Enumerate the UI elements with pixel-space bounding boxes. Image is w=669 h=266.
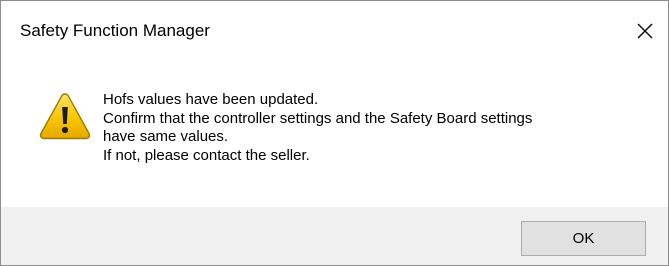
close-icon	[637, 23, 653, 39]
close-button[interactable]	[622, 1, 668, 61]
window-title: Safety Function Manager	[20, 21, 210, 40]
title-bar[interactable]: Safety Function Manager	[1, 1, 668, 61]
message-line: Confirm that the controller settings and…	[103, 109, 533, 127]
button-bar: OK	[1, 207, 668, 265]
ok-button[interactable]: OK	[521, 221, 646, 256]
message-text: Hofs values have been updated. Confirm t…	[103, 91, 643, 165]
message-area: Hofs values have been updated. Confirm t…	[1, 61, 668, 207]
warning-icon	[39, 93, 91, 140]
message-line: Hofs values have been updated.	[103, 91, 319, 108]
message-line: have same values.	[103, 128, 229, 145]
message-dialog: Safety Function Manager Hofs values have…	[0, 0, 669, 266]
message-line: If not, please contact the seller.	[103, 146, 310, 164]
